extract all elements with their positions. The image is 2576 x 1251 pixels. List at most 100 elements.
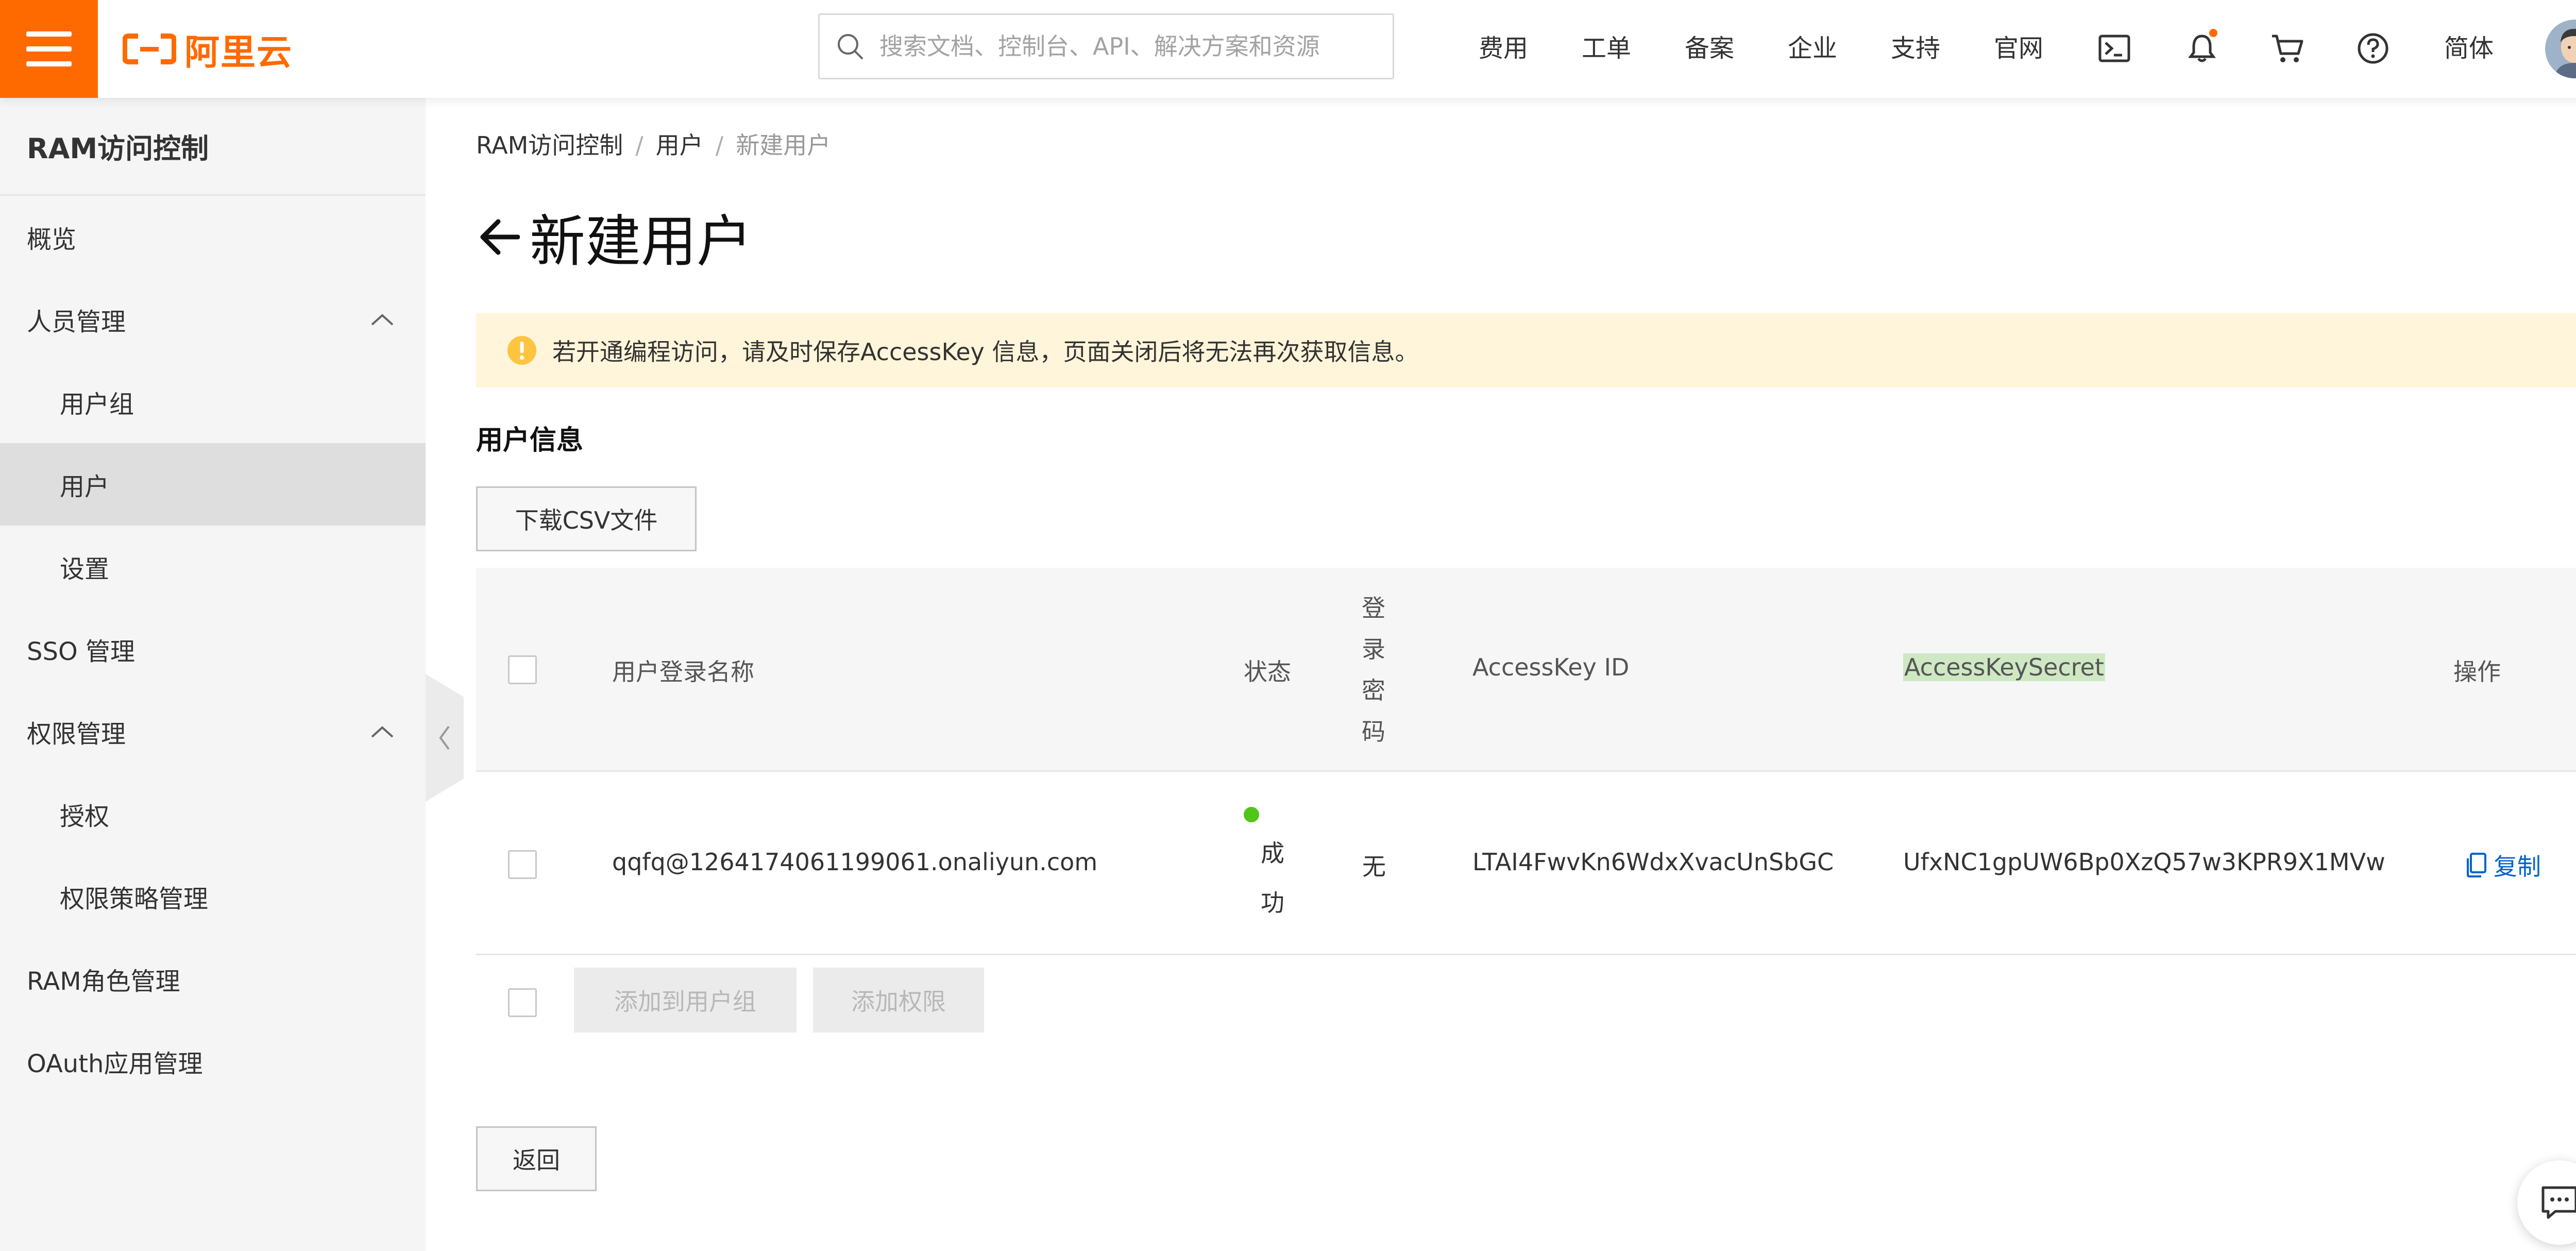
batch-actions-bar: 添加到用户组 添加权限 (476, 957, 2576, 1045)
select-all-checkbox[interactable] (508, 655, 537, 684)
cloud-shell-button[interactable] (2094, 28, 2135, 69)
status-char: 功 (1261, 889, 1284, 917)
sidebar-item-label: 概览 (27, 225, 77, 254)
chat-support-button[interactable] (2517, 1160, 2576, 1245)
search-icon (838, 34, 863, 59)
sidebar-item-label: SSO 管理 (27, 637, 135, 666)
breadcrumb-separator: / (715, 131, 724, 159)
warning-icon (507, 336, 536, 365)
add-permission-button[interactable]: 添加权限 (813, 968, 984, 1033)
row-checkbox[interactable] (508, 850, 537, 879)
sidebar-item-settings[interactable]: 设置 (0, 526, 426, 608)
table-header: 用户登录名称 状态 登 录 密 码 AccessKey ID AccessKey… (476, 568, 2576, 772)
aliyun-logo-mark (123, 33, 176, 64)
chat-icon (2541, 1186, 2576, 1219)
brand-name: 阿里云 (184, 32, 293, 73)
top-bar: 阿里云 费用 工单 备案 企业 支持 官网 (0, 0, 2576, 98)
header-status: 状态 (1244, 658, 1291, 686)
sidebar-title: RAM访问控制 (0, 98, 426, 196)
sidebar-collapse-handle[interactable] (426, 674, 464, 802)
sidebar-item-policies[interactable]: 权限策略管理 (0, 855, 426, 938)
batch-select-checkbox[interactable] (508, 988, 537, 1017)
status-text: 成 功 (1257, 829, 1288, 927)
sidebar-item-users[interactable]: 用户 (0, 443, 426, 526)
breadcrumb: RAM访问控制 / 用户 / 新建用户 (476, 129, 831, 162)
back-arrow-button[interactable] (476, 214, 522, 260)
sidebar-item-label: 用户组 (60, 390, 134, 419)
table-row: qqfq@1264174061199061.onaliyun.com 成 功 无… (476, 772, 2576, 955)
login-password-value: 无 (1362, 853, 1386, 881)
header-access-key-secret: AccessKeySecret (1903, 653, 2105, 681)
help-icon (2358, 33, 2388, 64)
user-table: 用户登录名称 状态 登 录 密 码 AccessKey ID AccessKey… (476, 568, 2576, 955)
header-char: 码 (1362, 718, 1385, 746)
chevron-up-icon (371, 726, 394, 738)
header-actions: 操作 (2453, 658, 2501, 686)
nav-enterprise[interactable]: 企业 (1788, 32, 1837, 65)
avatar-icon (2545, 20, 2576, 78)
hamburger-menu-button[interactable] (0, 0, 98, 98)
sidebar-item-label: 设置 (60, 555, 110, 584)
help-button[interactable] (2352, 28, 2394, 69)
cart-button[interactable] (2267, 28, 2308, 69)
nav-billing[interactable]: 费用 (1479, 32, 1528, 65)
breadcrumb-ram[interactable]: RAM访问控制 (476, 131, 623, 159)
copy-icon (2467, 853, 2486, 877)
copy-button[interactable]: 复制 (2465, 848, 2541, 882)
sidebar-item-identities[interactable]: 人员管理 (0, 278, 426, 361)
search-input[interactable] (878, 32, 1342, 61)
warning-alert: 若开通编程访问，请及时保存AccessKey 信息，页面关闭后将无法再次获取信息… (476, 313, 2576, 387)
nav-official-site[interactable]: 官网 (1994, 32, 2043, 65)
sidebar-item-oauth-apps[interactable]: OAuth应用管理 (0, 1020, 426, 1103)
breadcrumb-separator: / (635, 131, 643, 159)
global-search[interactable] (818, 13, 1394, 79)
chevron-left-icon (439, 725, 450, 750)
hamburger-icon (26, 31, 72, 66)
language-switch[interactable]: 简体 (2444, 32, 2494, 65)
access-key-secret-value: UfxNC1gpUW6Bp0XzQ57w3KPR9X1MVw (1903, 848, 2385, 876)
copy-label: 复制 (2494, 853, 2541, 881)
cart-icon (2272, 35, 2303, 62)
page-title: 新建用户 (530, 210, 753, 274)
return-button[interactable]: 返回 (476, 1126, 597, 1191)
user-avatar[interactable] (2545, 20, 2576, 78)
access-key-id-value: LTAI4FwvKn6WdxXvacUnSbGC (1472, 848, 1834, 876)
breadcrumb-current: 新建用户 (736, 131, 831, 159)
sidebar-item-label: RAM角色管理 (27, 967, 180, 996)
status-success-dot (1244, 807, 1259, 822)
sidebar-item-permissions[interactable]: 权限管理 (0, 690, 426, 773)
header-login-name: 用户登录名称 (612, 658, 754, 686)
chevron-up-icon (371, 314, 394, 326)
header-char: 密 (1362, 677, 1385, 704)
header-login-password: 登 录 密 码 (1358, 587, 1389, 752)
add-to-group-button[interactable]: 添加到用户组 (574, 968, 796, 1033)
terminal-icon (2098, 35, 2130, 62)
nav-support[interactable]: 支持 (1891, 32, 1940, 65)
page-header: 新建用户 (476, 201, 752, 274)
header-char: 登 (1362, 594, 1385, 622)
notification-dot (2209, 29, 2217, 37)
nav-icp-filing[interactable]: 备案 (1685, 32, 1734, 65)
breadcrumb-users[interactable]: 用户 (656, 131, 703, 159)
header-access-key-id: AccessKey ID (1472, 653, 1630, 681)
sidebar-item-label: 用户 (60, 472, 110, 501)
sidebar-item-groups[interactable]: 用户组 (0, 361, 426, 443)
download-csv-button[interactable]: 下载CSV文件 (476, 486, 697, 551)
sidebar-item-label: 人员管理 (27, 308, 126, 336)
sidebar: RAM访问控制 概览 人员管理 用户组 用户 设置 SSO 管理 权限管理 授权… (0, 98, 426, 1251)
section-title: 用户信息 (476, 425, 584, 456)
sidebar-item-label: 权限策略管理 (60, 885, 209, 914)
sidebar-item-label: 授权 (60, 802, 110, 831)
bell-icon (2188, 35, 2216, 62)
notifications-button[interactable] (2181, 28, 2223, 69)
arrow-left-icon (480, 219, 520, 255)
sidebar-item-sso[interactable]: SSO 管理 (0, 608, 426, 690)
aliyun-logo[interactable]: 阿里云 (123, 27, 293, 73)
sidebar-item-grants[interactable]: 授权 (0, 773, 426, 855)
sidebar-item-overview[interactable]: 概览 (0, 196, 426, 278)
nav-tickets[interactable]: 工单 (1582, 32, 1631, 65)
sidebar-item-ram-roles[interactable]: RAM角色管理 (0, 938, 426, 1020)
alert-message: 若开通编程访问，请及时保存AccessKey 信息，页面关闭后将无法再次获取信息… (552, 338, 1419, 366)
sidebar-item-label: OAuth应用管理 (27, 1050, 203, 1078)
user-login-name: qqfq@1264174061199061.onaliyun.com (612, 848, 1098, 876)
